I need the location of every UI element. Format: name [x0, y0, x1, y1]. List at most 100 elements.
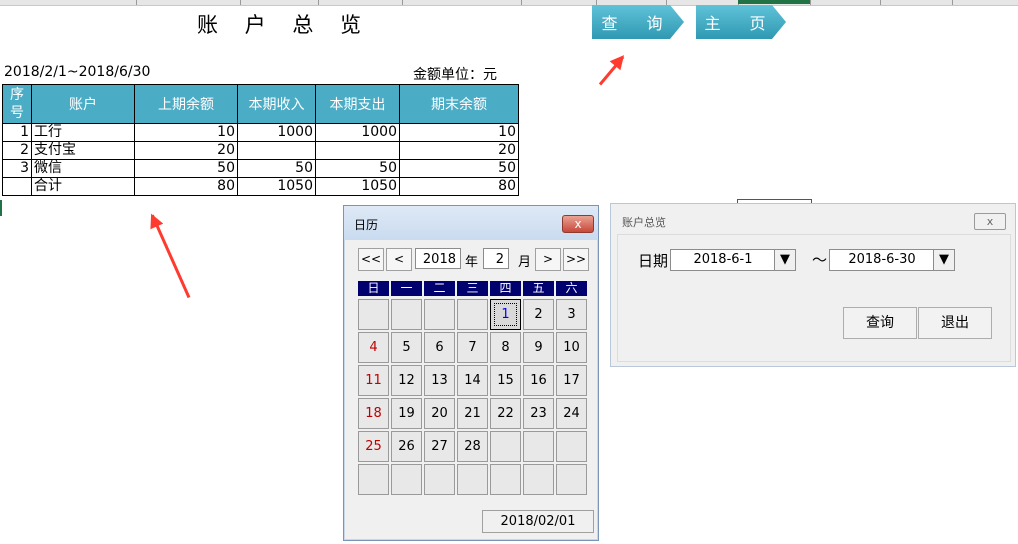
- cell-account[interactable]: 微信: [31, 159, 135, 178]
- calendar-day-cell[interactable]: 4: [358, 332, 389, 363]
- calendar-day-cell[interactable]: [391, 299, 422, 330]
- table-total-row[interactable]: 合计 80 1050 1050 80: [2, 177, 519, 196]
- prev-year-button[interactable]: <<: [358, 248, 384, 271]
- next-year-button[interactable]: >>: [563, 248, 589, 271]
- calendar-day-cell[interactable]: 14: [457, 365, 488, 396]
- home-nav-button[interactable]: 主 页: [696, 5, 786, 39]
- prev-month-button[interactable]: <: [386, 248, 412, 271]
- cell-opening[interactable]: 20: [134, 141, 238, 160]
- month-input[interactable]: 2: [483, 248, 509, 269]
- calendar-day-cell[interactable]: [556, 431, 587, 462]
- calendar-day-cell[interactable]: [523, 464, 554, 495]
- account-summary-dialog: 账户总览 x 日期 2018-6-1 ▼ ～ 2018-6-30 ▼ 查询 退出: [610, 203, 1016, 367]
- cell-expense[interactable]: 1000: [315, 123, 400, 142]
- cell-index[interactable]: 1: [2, 123, 32, 142]
- next-month-button[interactable]: >: [535, 248, 561, 271]
- calendar-day-cell[interactable]: 15: [490, 365, 521, 396]
- cell-closing[interactable]: 50: [399, 159, 519, 178]
- weekday-sat: 六: [556, 281, 587, 296]
- chevron-down-icon[interactable]: ▼: [933, 250, 954, 270]
- calendar-day-cell[interactable]: 7: [457, 332, 488, 363]
- from-date-combo[interactable]: 2018-6-1 ▼: [670, 249, 796, 271]
- range-separator: ～: [812, 251, 828, 269]
- cell-index[interactable]: 3: [2, 159, 32, 178]
- calendar-day-cell[interactable]: 16: [523, 365, 554, 396]
- col-header-expense: 本期支出: [315, 84, 400, 124]
- calendar-day-cell[interactable]: [358, 299, 389, 330]
- calendar-day-cell[interactable]: [490, 431, 521, 462]
- dialog-titlebar[interactable]: 账户总览 x: [611, 204, 1015, 234]
- cell-income[interactable]: 1000: [237, 123, 316, 142]
- chevron-down-icon[interactable]: ▼: [774, 250, 795, 270]
- cell-index[interactable]: [2, 177, 32, 196]
- calendar-day-cell[interactable]: [424, 464, 455, 495]
- cell-expense[interactable]: [315, 141, 400, 160]
- calendar-day-label: 1: [494, 303, 517, 326]
- calendar-day-cell[interactable]: 10: [556, 332, 587, 363]
- calendar-close-button[interactable]: x: [562, 215, 594, 233]
- query-button[interactable]: 查询: [843, 307, 917, 339]
- to-date-value: 2018-6-30: [848, 252, 916, 267]
- calendar-day-cell[interactable]: 23: [523, 398, 554, 429]
- calendar-day-cell[interactable]: 20: [424, 398, 455, 429]
- calendar-day-cell[interactable]: 13: [424, 365, 455, 396]
- table-row[interactable]: 3 微信 50 50 50 50: [2, 159, 519, 178]
- calendar-day-cell[interactable]: 19: [391, 398, 422, 429]
- month-label: 月: [518, 255, 532, 270]
- cell-opening[interactable]: 10: [134, 123, 238, 142]
- calendar-day-selected[interactable]: 1: [490, 299, 521, 330]
- col-header-index: 序号: [2, 84, 32, 124]
- calendar-day-cell[interactable]: [457, 299, 488, 330]
- cell-closing[interactable]: 80: [399, 177, 519, 196]
- calendar-day-cell[interactable]: 17: [556, 365, 587, 396]
- col-header-account: 账户: [31, 84, 135, 124]
- calendar-day-cell[interactable]: [523, 431, 554, 462]
- calendar-day-cell[interactable]: 27: [424, 431, 455, 462]
- calendar-day-cell[interactable]: 22: [490, 398, 521, 429]
- cell-account[interactable]: 合计: [31, 177, 135, 196]
- table-row[interactable]: 2 支付宝 20 20: [2, 141, 519, 160]
- column-header-strip: [0, 0, 1018, 6]
- calendar-day-cell[interactable]: 9: [523, 332, 554, 363]
- calendar-day-cell[interactable]: 28: [457, 431, 488, 462]
- cell-income[interactable]: 1050: [237, 177, 316, 196]
- query-nav-button[interactable]: 查 询: [592, 5, 684, 39]
- year-input[interactable]: 2018: [415, 248, 461, 269]
- cell-income[interactable]: [237, 141, 316, 160]
- cell-closing[interactable]: 20: [399, 141, 519, 160]
- calendar-titlebar[interactable]: 日历 x: [344, 206, 598, 240]
- table-row[interactable]: 1 工行 10 1000 1000 10: [2, 123, 519, 142]
- cell-expense[interactable]: 1050: [315, 177, 400, 196]
- cell-account[interactable]: 工行: [31, 123, 135, 142]
- cell-index[interactable]: 2: [2, 141, 32, 160]
- calendar-day-cell[interactable]: 3: [556, 299, 587, 330]
- calendar-day-cell[interactable]: 25: [358, 431, 389, 462]
- calendar-day-cell[interactable]: 12: [391, 365, 422, 396]
- cell-account[interactable]: 支付宝: [31, 141, 135, 160]
- to-date-combo[interactable]: 2018-6-30 ▼: [829, 249, 955, 271]
- dialog-close-button[interactable]: x: [974, 213, 1006, 230]
- calendar-day-cell[interactable]: [358, 464, 389, 495]
- calendar-day-cell[interactable]: 21: [457, 398, 488, 429]
- calendar-day-cell[interactable]: [391, 464, 422, 495]
- calendar-day-cell[interactable]: 6: [424, 332, 455, 363]
- calendar-day-cell[interactable]: 5: [391, 332, 422, 363]
- calendar-day-cell[interactable]: [424, 299, 455, 330]
- cell-opening[interactable]: 80: [134, 177, 238, 196]
- period-range: 2018/2/1~2018/6/30: [4, 64, 151, 80]
- cell-closing[interactable]: 10: [399, 123, 519, 142]
- calendar-day-cell[interactable]: [457, 464, 488, 495]
- calendar-day-cell[interactable]: [556, 464, 587, 495]
- exit-button[interactable]: 退出: [918, 307, 992, 339]
- calendar-day-cell[interactable]: 26: [391, 431, 422, 462]
- calendar-day-cell[interactable]: 18: [358, 398, 389, 429]
- calendar-day-cell[interactable]: 8: [490, 332, 521, 363]
- close-icon: x: [574, 217, 582, 231]
- calendar-day-cell[interactable]: 2: [523, 299, 554, 330]
- calendar-day-cell[interactable]: 24: [556, 398, 587, 429]
- calendar-day-cell[interactable]: 11: [358, 365, 389, 396]
- cell-income[interactable]: 50: [237, 159, 316, 178]
- cell-expense[interactable]: 50: [315, 159, 400, 178]
- cell-opening[interactable]: 50: [134, 159, 238, 178]
- calendar-day-cell[interactable]: [490, 464, 521, 495]
